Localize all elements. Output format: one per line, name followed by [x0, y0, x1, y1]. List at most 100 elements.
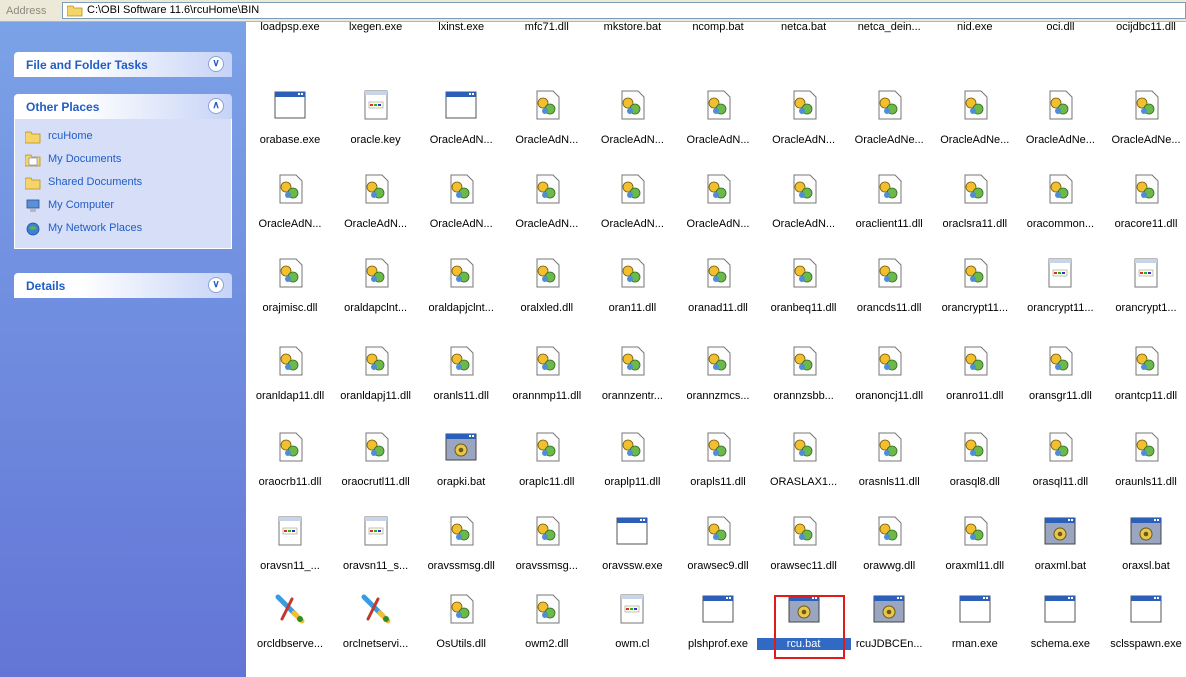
- file-name-label[interactable]: rcu.bat: [756, 638, 851, 650]
- dll-file-icon[interactable]: [274, 345, 306, 377]
- text-document-icon[interactable]: [616, 593, 648, 625]
- text-document-icon[interactable]: [360, 515, 392, 547]
- file-item[interactable]: orajmisc.dll: [246, 257, 334, 337]
- file-item[interactable]: orabase.exe: [246, 89, 334, 169]
- file-name-label[interactable]: OracleAdN...: [500, 218, 594, 230]
- file-name-label[interactable]: orancrypt11...: [1013, 302, 1107, 314]
- batch-file-icon[interactable]: [445, 431, 477, 463]
- file-name-label[interactable]: orawwg.dll: [842, 560, 936, 572]
- dll-file-icon[interactable]: [1130, 89, 1162, 121]
- place-label[interactable]: My Computer: [48, 199, 114, 211]
- file-item[interactable]: oraxml11.dll: [931, 515, 1019, 595]
- file-name-label[interactable]: netca.bat: [757, 22, 851, 33]
- file-name-label[interactable]: oran11.dll: [585, 302, 679, 314]
- file-item[interactable]: oraclient11.dll: [845, 173, 933, 253]
- file-item[interactable]: plshprof.exe: [674, 593, 762, 673]
- file-item[interactable]: oranldap11.dll: [246, 345, 334, 425]
- file-name-label[interactable]: rman.exe: [928, 638, 1022, 650]
- file-item[interactable]: oran11.dll: [588, 257, 676, 337]
- file-name-label[interactable]: OracleAdN...: [585, 134, 679, 146]
- file-item[interactable]: netca.bat: [760, 22, 848, 98]
- details-header[interactable]: Details ∨: [14, 273, 232, 298]
- dll-file-icon[interactable]: [788, 431, 820, 463]
- address-field[interactable]: C:\OBI Software 11.6\rcuHome\BIN: [62, 2, 1186, 19]
- tool-wizard-icon[interactable]: [274, 593, 306, 625]
- dll-file-icon[interactable]: [788, 345, 820, 377]
- file-name-label[interactable]: ocijdbc11.dll: [1099, 22, 1186, 33]
- dll-file-icon[interactable]: [531, 257, 563, 289]
- file-item[interactable]: OsUtils.dll: [417, 593, 505, 673]
- file-item[interactable]: oraldapjclnt...: [417, 257, 505, 337]
- dll-file-icon[interactable]: [702, 89, 734, 121]
- place-label[interactable]: rcuHome: [48, 130, 93, 142]
- file-item[interactable]: orancrypt11...: [931, 257, 1019, 337]
- file-name-label[interactable]: oravsn11_...: [246, 560, 337, 572]
- dll-file-icon[interactable]: [873, 431, 905, 463]
- place-label[interactable]: My Documents: [48, 153, 121, 165]
- file-name-label[interactable]: orannzmcs...: [671, 390, 765, 402]
- dll-file-icon[interactable]: [959, 173, 991, 205]
- file-name-label[interactable]: oraclient11.dll: [842, 218, 936, 230]
- file-name-label[interactable]: ORASLAX1...: [757, 476, 851, 488]
- dll-file-icon[interactable]: [1044, 89, 1076, 121]
- expand-chevron-icon[interactable]: ∨: [208, 277, 224, 293]
- file-item[interactable]: orcldbserve...: [246, 593, 334, 673]
- file-item[interactable]: orannmp11.dll: [503, 345, 591, 425]
- file-item[interactable]: oracommon...: [1016, 173, 1104, 253]
- file-name-label[interactable]: OracleAdN...: [671, 218, 765, 230]
- file-name-label[interactable]: OracleAdN...: [414, 134, 508, 146]
- file-item[interactable]: oranls11.dll: [417, 345, 505, 425]
- file-name-label[interactable]: orantcp11.dll: [1099, 390, 1186, 402]
- file-item[interactable]: oraxml.bat: [1016, 515, 1104, 595]
- file-name-label[interactable]: oravsn11_s...: [329, 560, 423, 572]
- dll-file-icon[interactable]: [959, 89, 991, 121]
- dll-file-icon[interactable]: [531, 515, 563, 547]
- file-name-label[interactable]: orapls11.dll: [671, 476, 765, 488]
- exe-window-icon[interactable]: [1130, 593, 1162, 625]
- dll-file-icon[interactable]: [360, 257, 392, 289]
- batch-file-icon[interactable]: [873, 593, 905, 625]
- file-name-label[interactable]: OracleAdN...: [246, 218, 337, 230]
- file-name-label[interactable]: oraunls11.dll: [1099, 476, 1186, 488]
- details-title[interactable]: Details: [26, 279, 65, 293]
- dll-file-icon[interactable]: [873, 173, 905, 205]
- file-name-label[interactable]: OracleAdNe...: [1013, 134, 1107, 146]
- dll-file-icon[interactable]: [702, 431, 734, 463]
- file-name-label[interactable]: lxinst.exe: [414, 22, 508, 33]
- file-name-label[interactable]: plshprof.exe: [671, 638, 765, 650]
- file-name-label[interactable]: oralxled.dll: [500, 302, 594, 314]
- file-name-label[interactable]: OracleAdNe...: [928, 134, 1022, 146]
- file-item[interactable]: oranad11.dll: [674, 257, 762, 337]
- dll-file-icon[interactable]: [445, 257, 477, 289]
- file-name-label[interactable]: netca_dein...: [842, 22, 936, 33]
- file-item[interactable]: OracleAdN...: [332, 173, 420, 253]
- file-item[interactable]: OracleAdNe...: [1102, 89, 1186, 169]
- dll-file-icon[interactable]: [702, 173, 734, 205]
- dll-file-icon[interactable]: [274, 173, 306, 205]
- file-name-label[interactable]: lxegen.exe: [329, 22, 423, 33]
- file-item[interactable]: OracleAdNe...: [845, 89, 933, 169]
- file-name-label[interactable]: OracleAdN...: [329, 218, 423, 230]
- file-name-label[interactable]: oci.dll: [1013, 22, 1107, 33]
- text-document-icon[interactable]: [1044, 257, 1076, 289]
- file-item[interactable]: rman.exe: [931, 593, 1019, 673]
- file-name-label[interactable]: oravssmsg.dll: [414, 560, 508, 572]
- file-item[interactable]: sclsspawn.exe: [1102, 593, 1186, 673]
- file-item[interactable]: orasql8.dll: [931, 431, 1019, 511]
- collapse-chevron-icon[interactable]: ∧: [208, 98, 224, 114]
- file-name-label[interactable]: oranls11.dll: [414, 390, 508, 402]
- file-item[interactable]: oracore11.dll: [1102, 173, 1186, 253]
- file-name-label[interactable]: OracleAdN...: [757, 134, 851, 146]
- file-name-label[interactable]: OracleAdNe...: [842, 134, 936, 146]
- file-item[interactable]: rcuJDBCEn...: [845, 593, 933, 673]
- dll-file-icon[interactable]: [616, 257, 648, 289]
- place-item-shared-documents[interactable]: Shared Documents: [15, 173, 231, 196]
- dll-file-icon[interactable]: [531, 593, 563, 625]
- file-item[interactable]: oranldapj11.dll: [332, 345, 420, 425]
- batch-file-icon[interactable]: [1044, 515, 1076, 547]
- file-name-label[interactable]: OracleAdN...: [500, 134, 594, 146]
- dll-file-icon[interactable]: [1130, 173, 1162, 205]
- file-name-label[interactable]: OracleAdN...: [757, 218, 851, 230]
- other-places-title[interactable]: Other Places: [26, 100, 99, 114]
- file-item[interactable]: orancrypt11...: [1016, 257, 1104, 337]
